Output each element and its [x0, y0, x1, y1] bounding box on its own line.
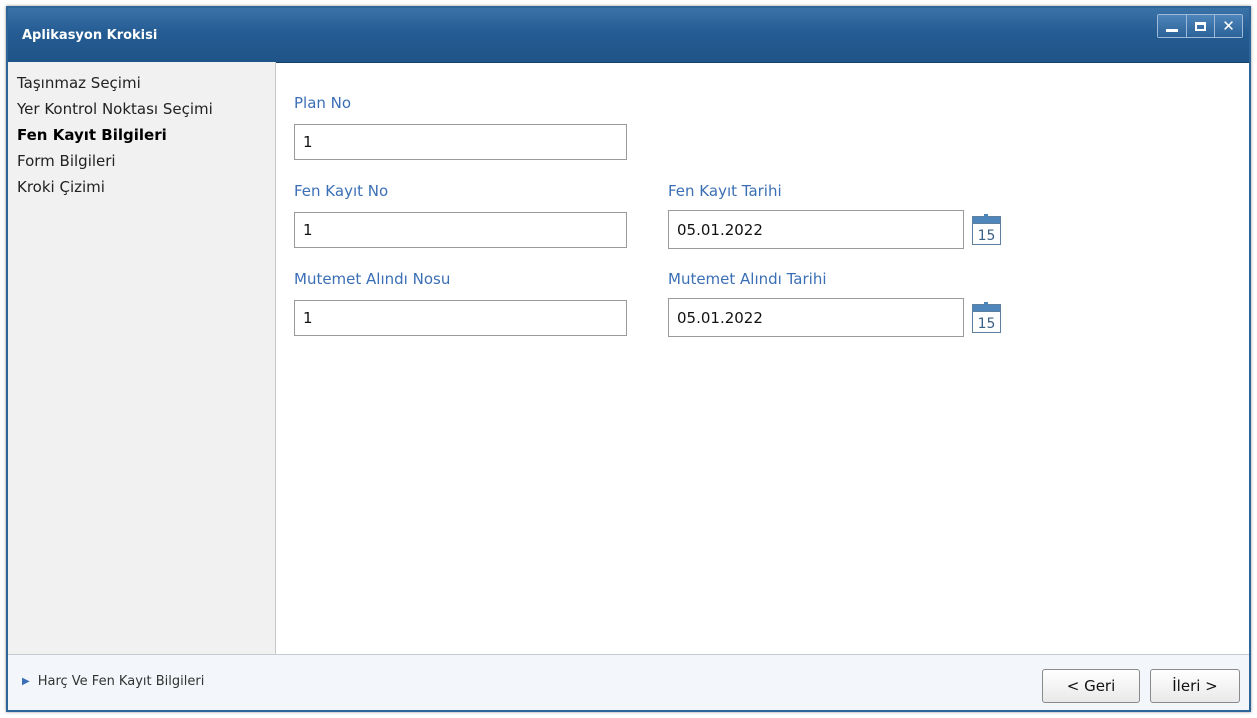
form-panel: Plan No Fen Kayıt No Fen Kayıt Tarihi 15…	[276, 62, 1249, 657]
section-label: Harç Ve Fen Kayıt Bilgileri	[37, 674, 205, 689]
close-button[interactable]: ✕	[1214, 15, 1242, 37]
mutemet-alindi-nosu-input[interactable]	[294, 300, 627, 336]
step-fen-kayit-bilgileri[interactable]: Fen Kayıt Bilgileri	[8, 122, 275, 148]
minimize-button[interactable]	[1158, 15, 1186, 37]
mutemet-alindi-tarihi-label: Mutemet Alındı Tarihi	[668, 270, 827, 288]
step-tasinmaz-secimi[interactable]: Taşınmaz Seçimi	[8, 70, 275, 96]
fen-kayit-no-label: Fen Kayıt No	[294, 182, 389, 200]
mutemet-alindi-nosu-label: Mutemet Alındı Nosu	[294, 270, 451, 288]
plan-no-label: Plan No	[294, 94, 352, 112]
step-kroki-cizimi[interactable]: Kroki Çizimi	[8, 174, 275, 200]
fen-kayit-tarihi-input[interactable]	[668, 210, 964, 249]
calendar-icon: 15	[972, 214, 1001, 245]
step-form-bilgileri[interactable]: Form Bilgileri	[8, 148, 275, 174]
maximize-icon	[1195, 21, 1206, 31]
maximize-button[interactable]	[1186, 15, 1214, 37]
calendar-day-text: 15	[978, 228, 996, 244]
section-indicator: ▶ Harç Ve Fen Kayıt Bilgileri	[22, 674, 204, 689]
next-button[interactable]: İleri >	[1150, 669, 1240, 703]
wizard-step-list: Taşınmaz Seçimi Yer Kontrol Noktası Seçi…	[8, 62, 276, 657]
window-title: Aplikasyon Krokisi	[22, 28, 158, 43]
step-yer-kontrol-noktasi-secimi[interactable]: Yer Kontrol Noktası Seçimi	[8, 96, 275, 122]
mutemet-alindi-tarihi-input[interactable]	[668, 298, 964, 337]
title-bar[interactable]: Aplikasyon Krokisi ✕	[8, 8, 1249, 63]
back-button[interactable]: < Geri	[1042, 669, 1140, 703]
close-icon: ✕	[1222, 17, 1235, 35]
plan-no-input[interactable]	[294, 124, 627, 160]
fen-kayit-no-input[interactable]	[294, 212, 627, 248]
window-controls: ✕	[1157, 14, 1243, 38]
fen-kayit-tarihi-calendar-button[interactable]: 15	[972, 214, 1001, 245]
dialog-window: Aplikasyon Krokisi ✕ Taşınmaz Seçimi Yer…	[6, 6, 1251, 712]
mutemet-alindi-tarihi-calendar-button[interactable]: 15	[972, 302, 1001, 333]
calendar-day-text: 15	[978, 316, 996, 332]
calendar-icon: 15	[972, 302, 1001, 333]
chevron-right-icon: ▶	[22, 676, 30, 687]
wizard-footer: ▶ Harç Ve Fen Kayıt Bilgileri < Geri İle…	[8, 654, 1249, 710]
minimize-icon	[1166, 28, 1178, 32]
fen-kayit-tarihi-label: Fen Kayıt Tarihi	[668, 182, 782, 200]
